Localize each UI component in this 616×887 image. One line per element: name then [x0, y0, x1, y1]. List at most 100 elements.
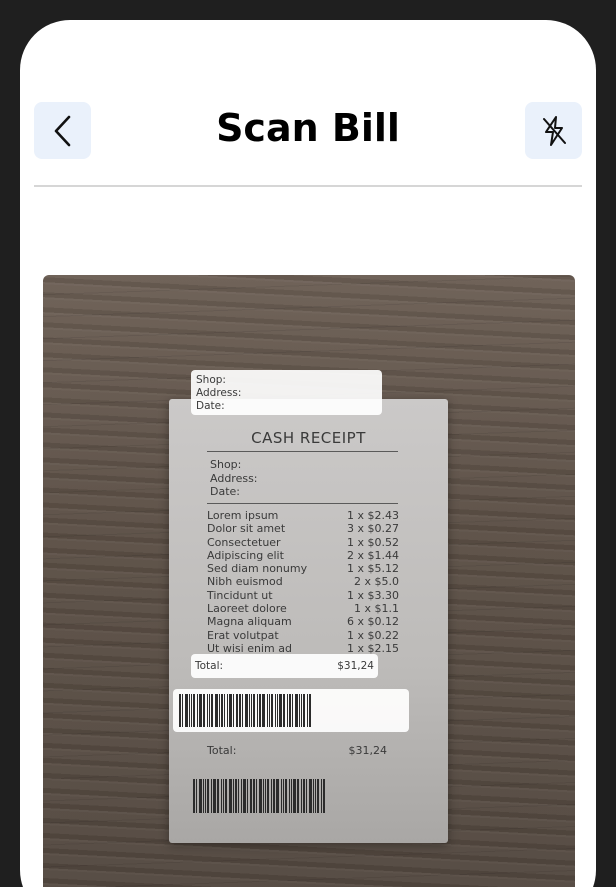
- receipt-title: CASH RECEIPT: [251, 429, 366, 447]
- barcode-bar: [228, 779, 232, 813]
- barcode-bar: [270, 779, 272, 813]
- barcode-bar: [232, 779, 234, 813]
- receipt-divider: [207, 503, 398, 504]
- barcode-bar: [235, 694, 238, 727]
- barcode-bar: [273, 779, 276, 813]
- barcode-bar: [279, 694, 283, 727]
- barcode-bar: [262, 694, 266, 727]
- barcode-bar: [308, 779, 312, 813]
- barcode-bar: [258, 779, 262, 813]
- barcode-bar: [309, 694, 312, 727]
- barcode-bar: [238, 779, 240, 813]
- barcode-bar: [298, 694, 300, 727]
- receipt-item-name: Tincidunt ut: [207, 588, 273, 602]
- barcode-bar: [293, 779, 297, 813]
- barcode-bar: [193, 779, 195, 813]
- receipt-meta-address: Address:: [210, 471, 258, 485]
- detected-total-overlay[interactable]: Total: $31,24: [191, 654, 378, 678]
- detected-barcode-overlay[interactable]: [173, 689, 409, 732]
- barcode-bar: [243, 779, 247, 813]
- barcode-bar: [220, 779, 222, 813]
- barcode-bar: [252, 779, 255, 813]
- barcode-bar: [222, 779, 224, 813]
- barcode-bar: [224, 694, 226, 727]
- top-bar: Scan Bill: [20, 20, 596, 187]
- barcode-bar: [207, 779, 210, 813]
- barcode-bar: [253, 694, 256, 727]
- receipt-total-row: Total: $31,24: [207, 744, 387, 757]
- barcode-bar: [251, 694, 253, 727]
- barcode-bar: [182, 694, 184, 727]
- barcode-bar: [294, 694, 298, 727]
- receipt-item-row: Magna aliquam 6 x $0.12: [207, 615, 399, 628]
- receipt-divider: [207, 451, 398, 452]
- barcode-bar: [300, 779, 302, 813]
- receipt-item-row: Erat volutpat 1 x $0.22: [207, 629, 399, 642]
- barcode-bar: [203, 694, 206, 727]
- barcode-bar: [274, 694, 276, 727]
- receipt-item-row: Sed diam nonumy 1 x $5.12: [207, 562, 399, 575]
- receipt-item-name: Nibh euismod: [207, 575, 283, 589]
- screen: Scan Bill CASH RECEIPT Shop: Address: Da…: [20, 20, 596, 887]
- overlay-barcode: [179, 694, 403, 727]
- barcode-bar: [276, 694, 278, 727]
- barcode-bar: [265, 779, 267, 813]
- receipt-item-row: Tincidunt ut 1 x $3.30: [207, 589, 399, 602]
- barcode-bar: [323, 779, 326, 813]
- barcode-bar: [208, 694, 210, 727]
- barcode-bar: [214, 694, 218, 727]
- receipt-meta-shop: Shop:: [210, 458, 242, 471]
- receipt-item-row: Consectetuer 1 x $0.52: [207, 536, 399, 549]
- receipt-barcode: [193, 779, 413, 813]
- barcode-bar: [188, 694, 190, 727]
- receipt-item-price: 3 x $0.27: [347, 522, 399, 536]
- barcode-bar: [302, 779, 305, 813]
- receipt-item-row: Nibh euismod 2 x $5.0: [207, 575, 399, 588]
- barcode-bar: [288, 779, 290, 813]
- barcode-bar: [218, 694, 220, 727]
- barcode-bar: [202, 779, 204, 813]
- barcode-bar: [226, 694, 228, 727]
- barcode-bar: [248, 694, 250, 727]
- receipt-item-name: Lorem ipsum: [207, 509, 279, 522]
- receipt-item-row: Lorem ipsum 1 x $2.43: [207, 509, 399, 522]
- receipt-item-name: Sed diam nonumy: [207, 562, 308, 576]
- barcode-bar: [249, 779, 252, 813]
- receipt-item-price: 6 x $0.12: [347, 615, 399, 629]
- barcode-bar: [303, 694, 306, 727]
- barcode-bar: [235, 779, 238, 813]
- barcode-bar: [317, 779, 320, 813]
- overlay-address-line: Address:: [196, 387, 242, 399]
- barcode-bar: [280, 779, 282, 813]
- device-frame: Scan Bill CASH RECEIPT Shop: Address: Da…: [0, 0, 616, 887]
- page-title: Scan Bill: [216, 106, 400, 150]
- receipt-total-label: Total:: [207, 744, 237, 757]
- receipt-meta-date: Date:: [210, 485, 240, 498]
- detected-shop-overlay[interactable]: Shop: Address: Date:: [191, 370, 382, 415]
- flash-off-icon: [542, 115, 566, 146]
- barcode-bar: [285, 779, 288, 813]
- barcode-bar: [267, 779, 270, 813]
- barcode-bar: [286, 694, 288, 727]
- barcode-bar: [229, 694, 233, 727]
- barcode-bar: [256, 694, 258, 727]
- receipt-meta: Shop: Address: Date:: [210, 458, 258, 499]
- barcode-bar: [213, 779, 217, 813]
- barcode-bar: [240, 779, 242, 813]
- barcode-bar: [247, 779, 249, 813]
- barcode-bar: [259, 694, 262, 727]
- barcode-bar: [292, 694, 294, 727]
- barcode-bar: [198, 779, 202, 813]
- overlay-date-line: Date:: [196, 400, 225, 412]
- flash-toggle-button[interactable]: [525, 102, 582, 159]
- barcode-bar: [199, 694, 203, 727]
- receipt-item-name: Magna aliquam: [207, 615, 292, 629]
- receipt-item-price: 1 x $5.12: [347, 562, 399, 576]
- camera-viewfinder[interactable]: CASH RECEIPT Shop: Address: Date: Lorem …: [43, 275, 575, 887]
- receipt-item-price: 1 x $0.22: [347, 628, 399, 642]
- barcode-bar: [268, 694, 270, 727]
- barcode-bar: [306, 694, 308, 727]
- barcode-bar: [210, 779, 212, 813]
- barcode-bar: [191, 694, 193, 727]
- barcode-bar: [290, 779, 292, 813]
